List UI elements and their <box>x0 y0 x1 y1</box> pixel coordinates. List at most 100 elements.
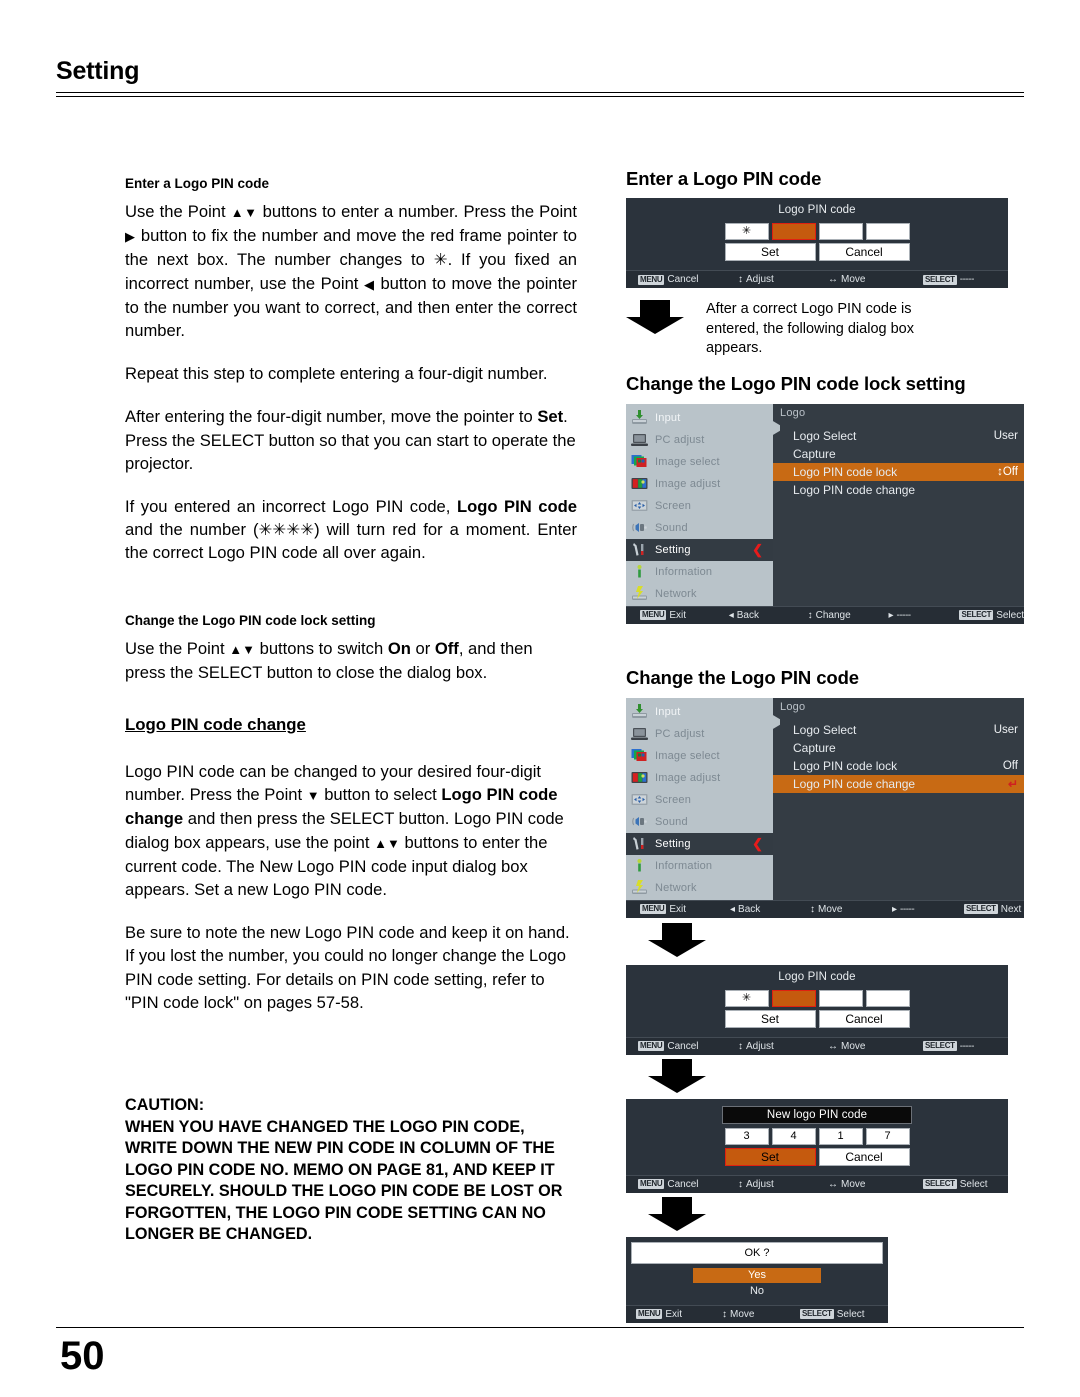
sidebar-item-image-select[interactable]: Image select <box>626 745 773 767</box>
select-keycap: SELECT <box>959 610 994 620</box>
pin-digit-3[interactable] <box>865 223 910 240</box>
set-button[interactable]: Set <box>724 243 816 261</box>
pin-digit-row[interactable]: ✳ <box>626 223 1008 240</box>
menu-action-label: Exit <box>669 609 687 621</box>
adjust-label: Adjust <box>746 1178 774 1190</box>
point-up-glyph: ▲ <box>230 205 245 220</box>
network-icon <box>630 585 649 602</box>
row-label: Logo PIN code lock <box>793 464 898 479</box>
menu-row-logo-pin-code-change[interactable]: Logo PIN code change ↵ <box>773 774 1024 793</box>
menu-row-capture[interactable]: Capture <box>773 739 1024 757</box>
leftright-arrows-icon: ↔ <box>828 1040 838 1052</box>
row-label: Logo PIN code change <box>793 482 916 497</box>
pin-digit-1-cursor[interactable] <box>771 223 816 240</box>
left-text-column: Enter a Logo PIN code Use the Point ▲▼ b… <box>125 176 577 1246</box>
updown-arrows-icon: ↕ <box>810 903 815 915</box>
sidebar-item-screen[interactable]: Screen <box>626 495 773 517</box>
dialog-title: Logo PIN code <box>778 204 856 216</box>
select-keycap: SELECT <box>923 1041 957 1051</box>
input-icon <box>630 703 649 720</box>
sidebar-item-input[interactable]: Input <box>626 407 773 429</box>
left-arrow-icon: ◂ <box>730 903 736 915</box>
menu-keycap: MENU <box>638 1179 665 1189</box>
menu-action-label: Exit <box>669 903 687 915</box>
select-action-label: Select <box>836 1308 865 1320</box>
yes-button[interactable]: Yes <box>693 1267 821 1283</box>
sidebar-item-network[interactable]: Network <box>626 583 773 605</box>
pin-digit-row[interactable]: 3 4 1 7 <box>626 1127 1008 1145</box>
sidebar-item-pc-adjust[interactable]: PC adjust <box>626 429 773 451</box>
sidebar-item-label: Setting <box>655 837 691 850</box>
pin-digit-2[interactable] <box>818 989 863 1007</box>
cancel-button[interactable]: Cancel <box>818 1009 910 1028</box>
sidebar-item-sound[interactable]: Sound <box>626 517 773 539</box>
paragraph-repeat-step: Repeat this step to complete entering a … <box>125 364 548 384</box>
cancel-button[interactable]: Cancel <box>818 1147 910 1166</box>
sidebar-item-label: Screen <box>655 793 692 806</box>
updown-arrows-icon: ↕ <box>738 274 743 285</box>
menu-row-capture[interactable]: Capture <box>773 445 1024 463</box>
menu-row-logo-pin-code-lock[interactable]: Logo PIN code lock ↕Off <box>773 462 1024 481</box>
sidebar-item-image-adjust[interactable]: Image adjust <box>626 473 773 495</box>
sidebar-item-pc-adjust[interactable]: PC adjust <box>626 723 773 745</box>
no-button[interactable]: No <box>626 1285 888 1297</box>
pin-digit-row[interactable]: ✳ <box>626 989 1008 1007</box>
menu-row-logo-pin-code-change[interactable]: Logo PIN code change <box>773 481 1024 499</box>
sidebar-item-screen[interactable]: Screen <box>626 789 773 811</box>
set-button[interactable]: Set <box>724 1009 816 1028</box>
pin-digit-0[interactable]: 3 <box>724 1127 769 1145</box>
menu-row-logo-select[interactable]: Logo Select User <box>773 721 1024 739</box>
pin-digit-0[interactable]: ✳ <box>724 989 769 1007</box>
menu-row-logo-select[interactable]: Logo Select User <box>773 427 1024 445</box>
heading-change-lock-setting: Change the Logo PIN code lock setting <box>125 612 376 628</box>
pin-digit-2[interactable]: 1 <box>818 1127 863 1145</box>
sidebar-item-label: Network <box>655 881 697 894</box>
cancel-button[interactable]: Cancel <box>818 243 910 261</box>
asterisks-glyph: ✳✳✳✳ <box>258 520 315 540</box>
sidebar-item-label: Image adjust <box>655 477 721 490</box>
pin-digit-0[interactable]: ✳ <box>724 223 769 240</box>
sidebar-item-input[interactable]: Input <box>626 701 773 723</box>
sidebar-item-information[interactable]: Information <box>626 855 773 877</box>
sidebar-item-sound[interactable]: Sound <box>626 811 773 833</box>
sidebar-item-label: Input <box>655 411 681 424</box>
info-icon <box>630 857 649 874</box>
select-action-label: Select <box>959 1178 988 1190</box>
leftright-arrows-icon: ↔ <box>828 274 838 285</box>
pin-digit-1-cursor[interactable] <box>771 989 816 1007</box>
sidebar-item-setting[interactable]: Setting ❮ <box>626 538 773 561</box>
select-keycap: SELECT <box>923 274 957 285</box>
paragraph-note-new-code: Be sure to note the new Logo PIN code an… <box>125 923 570 1012</box>
sidebar-item-label: Image select <box>655 455 720 468</box>
ok-confirm-dialog: OK ? Yes No MENU Exit ↕ Move SELECT Sele… <box>626 1236 1024 1323</box>
adjust-label: Adjust <box>746 1040 774 1052</box>
pin-digit-3[interactable] <box>865 989 910 1007</box>
flow-down-arrow-4 <box>648 1196 706 1231</box>
on-bold: On <box>387 638 411 658</box>
sidebar-item-image-adjust[interactable]: Image adjust <box>626 767 773 789</box>
select-action-label: Select <box>996 609 1024 621</box>
sidebar-item-label: Setting <box>655 543 691 556</box>
dialog-buttons: Set Cancel <box>626 243 1008 261</box>
sidebar-item-network[interactable]: Network <box>626 877 773 899</box>
menu-action-label: Cancel <box>667 1040 699 1052</box>
left-arrow-icon: ◂ <box>728 609 734 621</box>
pin-digit-3[interactable]: 7 <box>865 1127 910 1145</box>
sidebar-item-label: Image select <box>655 749 720 762</box>
figure1-heading: Enter a Logo PIN code <box>626 168 822 189</box>
select-action-label: Next <box>1000 903 1022 915</box>
move-label: Move <box>841 1040 866 1052</box>
sidebar-item-image-select[interactable]: Image select <box>626 451 773 473</box>
panel-title: Logo <box>780 700 806 713</box>
pin-digit-1[interactable]: 4 <box>771 1127 816 1145</box>
sidebar-item-information[interactable]: Information <box>626 561 773 583</box>
sidebar-item-setting[interactable]: Setting ❮ <box>626 832 773 855</box>
flow-down-arrow-1 <box>626 300 684 334</box>
row-label: Capture <box>793 740 836 755</box>
pin-digit-2[interactable] <box>818 223 863 240</box>
menu-row-logo-pin-code-lock[interactable]: Logo PIN code lock Off <box>773 757 1024 775</box>
row-value: Off <box>1002 759 1018 772</box>
select-action-label: ----- <box>959 274 975 285</box>
set-button[interactable]: Set <box>724 1147 816 1166</box>
speaker-icon <box>630 519 649 536</box>
